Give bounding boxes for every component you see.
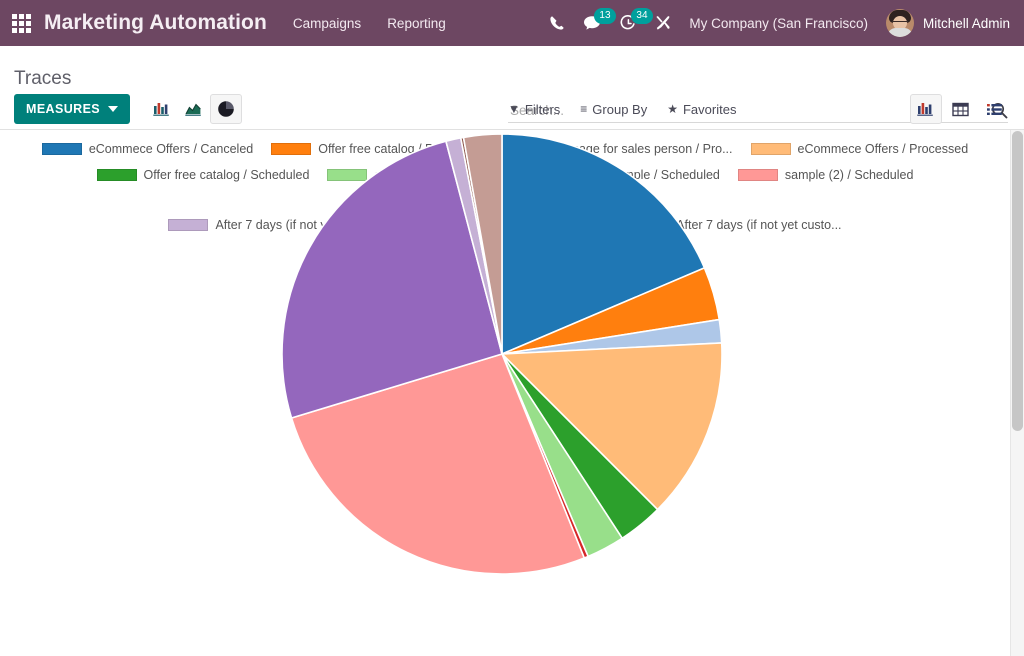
- systray: 13 34 My Company (San Francisco) Mit: [549, 9, 1010, 37]
- filters-group: ▼ Filters ≡ Group By ★ Favorites: [508, 102, 736, 117]
- filter-funnel-icon: ▼: [508, 103, 520, 115]
- legend-label: After 7 days (if not yet custo...: [446, 218, 611, 232]
- top-navbar: Marketing Automation Campaigns Reporting…: [0, 0, 1024, 46]
- legend-item[interactable]: eCommece Offers / Scheduled: [327, 164, 545, 186]
- user-name-label: Mitchell Admin: [923, 16, 1010, 31]
- pie-slice[interactable]: [502, 354, 622, 556]
- legend-item[interactable]: sample (2) / Scheduled: [738, 164, 914, 186]
- wrench-icon[interactable]: [655, 15, 671, 31]
- legend-label: After 7 days (if not yet custo...: [676, 218, 841, 232]
- legend-item[interactable]: Message for sales person / Pro...: [502, 138, 732, 160]
- legend-color-swatch: [399, 219, 439, 231]
- list-view-icon[interactable]: [978, 94, 1010, 124]
- favorites-label: Favorites: [683, 102, 736, 117]
- measures-label: MEASURES: [26, 102, 100, 116]
- measures-button[interactable]: MEASURES: [14, 94, 130, 124]
- legend-color-swatch: [271, 143, 311, 155]
- pie-slice[interactable]: [502, 354, 658, 538]
- legend-color-swatch: [327, 169, 367, 181]
- scrollbar-thumb[interactable]: [1012, 131, 1023, 431]
- vertical-scrollbar[interactable]: [1010, 130, 1024, 656]
- group-by-menu[interactable]: ≡ Group By: [580, 102, 647, 117]
- messages-icon[interactable]: 13: [583, 15, 602, 31]
- favorites-menu[interactable]: ★ Favorites: [667, 102, 736, 117]
- main-menu: Campaigns Reporting: [293, 16, 446, 31]
- control-panel: Traces MEASURES: [0, 46, 1024, 130]
- pie-slice[interactable]: [502, 354, 588, 558]
- legend-item[interactable]: Offer free catalog / Scheduled: [97, 164, 310, 186]
- graph-view-icon[interactable]: [910, 94, 942, 124]
- chevron-down-icon: [108, 106, 118, 112]
- pivot-view-icon[interactable]: [944, 94, 976, 124]
- legend-item[interactable]: sample (3) / Scheduled: [417, 188, 593, 210]
- legend-color-swatch: [168, 219, 208, 231]
- user-avatar: [886, 9, 914, 37]
- line-chart-icon[interactable]: [178, 94, 210, 124]
- pie-slice[interactable]: [502, 268, 719, 354]
- view-switcher: [910, 94, 1010, 124]
- legend-label: eCommece Offers / Canceled: [89, 142, 253, 156]
- legend-color-swatch: [502, 143, 542, 155]
- nav-campaigns[interactable]: Campaigns: [293, 16, 361, 31]
- company-switcher[interactable]: My Company (San Francisco): [689, 16, 868, 31]
- legend-color-swatch: [417, 193, 457, 205]
- bar-chart-icon[interactable]: [146, 94, 178, 124]
- legend-color-swatch: [738, 169, 778, 181]
- apps-grid-icon[interactable]: [10, 12, 32, 34]
- legend-item[interactable]: sample / Scheduled: [563, 164, 720, 186]
- nav-reporting[interactable]: Reporting: [387, 16, 446, 31]
- legend-color-swatch: [97, 169, 137, 181]
- page-title: Traces: [14, 69, 71, 88]
- pie-slice[interactable]: [292, 354, 585, 574]
- filters-menu[interactable]: ▼ Filters: [508, 102, 560, 117]
- legend-color-swatch: [629, 219, 669, 231]
- pie-slice[interactable]: [502, 320, 722, 354]
- filters-label: Filters: [525, 102, 560, 117]
- pie-chart-icon[interactable]: [210, 94, 242, 124]
- legend-label: Message for sales person / Pro...: [549, 142, 732, 156]
- legend-label: eCommece Offers / Scheduled: [374, 168, 545, 182]
- legend-label: eCommece Offers / Processed: [798, 142, 969, 156]
- legend-item[interactable]: eCommece Offers / Canceled: [42, 138, 253, 160]
- chart-type-switcher: [146, 94, 242, 124]
- legend-color-swatch: [42, 143, 82, 155]
- legend-item[interactable]: Offer free catalog / Processed: [271, 138, 484, 160]
- legend-item[interactable]: eCommece Offers / Processed: [751, 138, 969, 160]
- legend-label: After 7 days (if not yet custo...: [215, 218, 380, 232]
- phone-icon[interactable]: [549, 15, 565, 31]
- messages-count-badge: 13: [594, 8, 615, 24]
- group-by-lines-icon: ≡: [580, 103, 587, 115]
- user-menu[interactable]: Mitchell Admin: [886, 9, 1010, 37]
- legend-color-swatch: [751, 143, 791, 155]
- activities-clock-icon[interactable]: 34: [620, 15, 637, 32]
- activities-count-badge: 34: [631, 8, 652, 24]
- app-brand-title[interactable]: Marketing Automation: [44, 11, 267, 35]
- graph-renderer: eCommece Offers / Canceled Offer free cat…: [0, 130, 1024, 656]
- group-by-label: Group By: [592, 102, 647, 117]
- legend-label: Offer free catalog / Processed: [318, 142, 484, 156]
- legend-item[interactable]: After 7 days (if not yet custo...: [399, 214, 611, 236]
- legend-label: sample / Scheduled: [610, 168, 720, 182]
- legend-label: sample (3) / Scheduled: [464, 192, 593, 206]
- legend-label: Offer free catalog / Scheduled: [144, 168, 310, 182]
- legend-item[interactable]: After 7 days (if not yet custo...: [629, 214, 841, 236]
- star-icon: ★: [667, 103, 678, 115]
- legend-item[interactable]: After 7 days (if not yet custo...: [168, 214, 380, 236]
- control-panel-top-row: Traces: [0, 46, 1024, 88]
- pie-slice[interactable]: [502, 343, 722, 510]
- legend-color-swatch: [563, 169, 603, 181]
- legend-label: sample (2) / Scheduled: [785, 168, 914, 182]
- control-panel-bottom-row: MEASURES: [0, 88, 1024, 130]
- chart-legend: eCommece Offers / Canceled Offer free cat…: [0, 130, 1010, 236]
